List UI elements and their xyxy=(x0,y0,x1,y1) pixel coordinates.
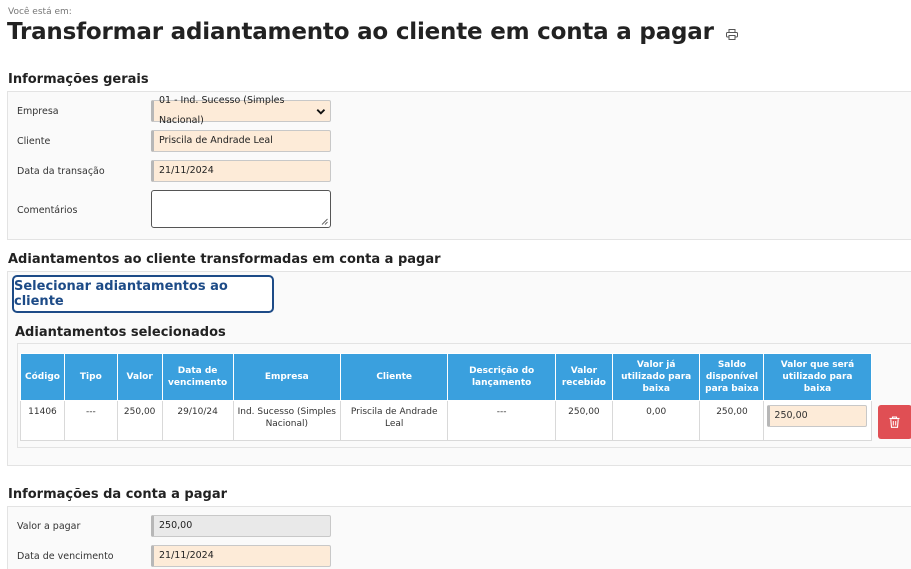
col-tipo: Tipo xyxy=(63,353,118,401)
general-info-panel xyxy=(7,91,911,240)
valor-a-utilizar-input[interactable]: 250,00 xyxy=(767,405,868,427)
col-recebido: Valor recebido xyxy=(554,353,613,401)
cell-descricao: --- xyxy=(447,400,556,441)
data-transacao-field[interactable]: 21/11/2024 xyxy=(151,160,331,182)
empresa-select-value: 01 - Ind. Sucesso (Simples Nacional) xyxy=(159,95,285,126)
page-title: Transformar adiantamento ao cliente em c… xyxy=(7,19,738,46)
col-empresa: Empresa xyxy=(232,353,342,401)
col-valor: Valor xyxy=(116,353,163,401)
data-transacao-label: Data da transação xyxy=(17,166,105,177)
cell-empresa: Ind. Sucesso (Simples Nacional) xyxy=(232,400,342,441)
comentarios-label: Comentários xyxy=(17,205,78,216)
payable-panel xyxy=(7,506,911,569)
cell-saldo: 250,00 xyxy=(699,400,765,441)
cell-codigo: 11406 xyxy=(20,400,65,441)
cell-utilizado: 0,00 xyxy=(611,400,701,441)
print-icon[interactable] xyxy=(725,20,738,46)
cell-a-utilizar: 250,00 xyxy=(763,400,872,441)
col-vencimento: Data de vencimento xyxy=(161,353,234,401)
delete-row-button[interactable] xyxy=(877,404,911,439)
selected-advances-table-wrap: Código Tipo Valor Data de vencimento Emp… xyxy=(17,343,911,448)
cliente-field[interactable]: Priscila de Andrade Leal xyxy=(151,130,331,152)
table-row: 11406 --- 250,00 29/10/24 Ind. Sucesso (… xyxy=(20,400,911,441)
select-advances-button[interactable]: Selecionar adiantamentos ao cliente xyxy=(12,275,274,313)
col-a-utilizar: Valor que será utilizado para baixa xyxy=(763,353,872,401)
data-vencimento-label: Data de vencimento xyxy=(17,551,114,562)
cell-recebido: 250,00 xyxy=(554,400,613,441)
general-info-heading: Informações gerais xyxy=(8,72,149,87)
cliente-label: Cliente xyxy=(17,136,51,147)
selected-advances-table: Código Tipo Valor Data de vencimento Emp… xyxy=(20,353,911,441)
cell-tipo: --- xyxy=(63,400,118,441)
resize-grip-icon[interactable] xyxy=(321,218,328,225)
cell-vencimento: 29/10/24 xyxy=(161,400,234,441)
payable-heading: Informações da conta a pagar xyxy=(8,487,228,502)
empresa-label: Empresa xyxy=(17,106,59,117)
cell-cliente: Priscila de Andrade Leal xyxy=(339,400,449,441)
col-descricao: Descrição do lançamento xyxy=(447,353,556,401)
comentarios-textarea[interactable] xyxy=(151,190,331,228)
page-title-text: Transformar adiantamento ao cliente em c… xyxy=(7,19,714,45)
valor-pagar-field: 250,00 xyxy=(151,515,331,537)
breadcrumb: Você está em: xyxy=(8,7,72,17)
data-vencimento-field[interactable]: 21/11/2024 xyxy=(151,545,331,567)
advances-heading: Adiantamentos ao cliente transformadas e… xyxy=(8,252,441,267)
valor-pagar-label: Valor a pagar xyxy=(17,521,81,532)
cell-valor: 250,00 xyxy=(116,400,163,441)
col-saldo: Saldo disponível para baixa xyxy=(699,353,765,401)
empresa-select[interactable]: 01 - Ind. Sucesso (Simples Nacional) xyxy=(151,95,331,126)
col-utilizado: Valor já utilizado para baixa xyxy=(611,353,701,401)
cell-actions xyxy=(871,400,911,441)
selected-advances-heading: Adiantamentos selecionados xyxy=(15,325,226,340)
col-codigo: Código xyxy=(20,353,65,401)
col-cliente: Cliente xyxy=(339,353,449,401)
table-header-row: Código Tipo Valor Data de vencimento Emp… xyxy=(20,353,911,401)
chevron-down-icon xyxy=(316,108,326,115)
trash-icon xyxy=(889,415,900,428)
